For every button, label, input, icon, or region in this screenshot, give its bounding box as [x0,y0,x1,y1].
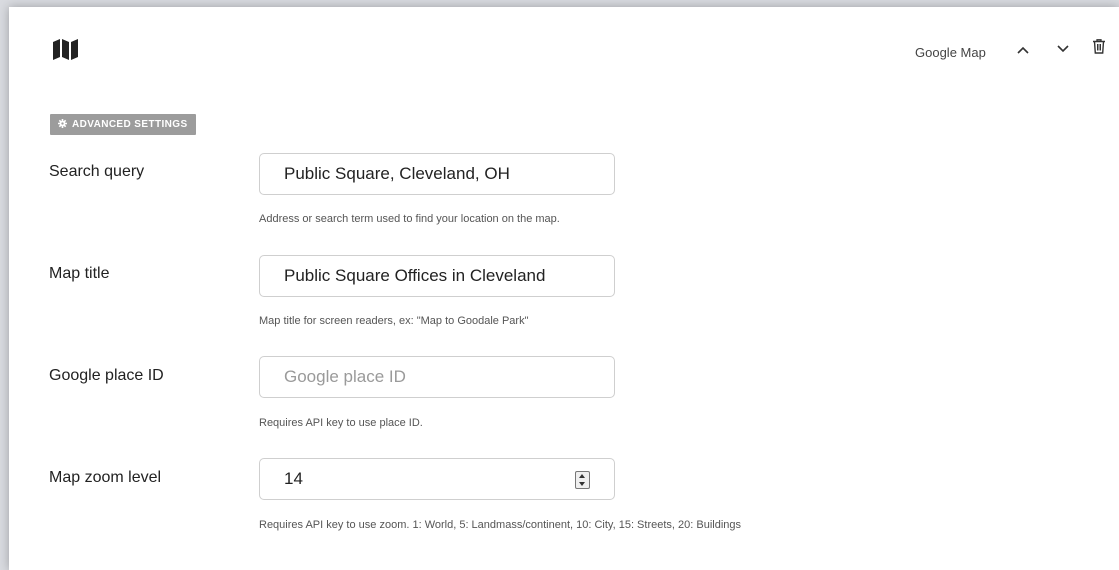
advanced-settings-button[interactable]: ADVANCED SETTINGS [50,114,196,135]
map-title-field [259,255,615,297]
place-id-field [259,356,615,398]
map-title-label: Map title [49,265,110,282]
stepper-up-icon[interactable] [579,474,585,478]
zoom-level-input[interactable] [260,459,614,499]
google-map-block-panel: Google Map ADVANCED SETTINGS Search quer… [9,7,1119,570]
search-query-input[interactable] [260,154,614,194]
place-id-label: Google place ID [49,367,164,384]
place-id-help: Requires API key to use place ID. [259,417,423,429]
map-title-help: Map title for screen readers, ex: "Map t… [259,315,529,327]
zoom-stepper[interactable] [575,471,590,489]
chevron-down-icon[interactable] [1055,40,1071,56]
zoom-level-help: Requires API key to use zoom. 1: World, … [259,519,742,531]
search-query-field [259,153,615,195]
search-query-label: Search query [49,163,145,180]
map-icon [53,39,78,60]
chevron-up-icon[interactable] [1015,42,1031,58]
place-id-input[interactable] [260,357,614,397]
advanced-settings-label: ADVANCED SETTINGS [72,119,188,130]
zoom-level-field [259,458,615,500]
map-title-input[interactable] [260,256,614,296]
block-type-label: Google Map [915,45,986,60]
gear-icon [58,118,67,131]
zoom-level-label: Map zoom level [49,469,162,486]
trash-icon[interactable] [1091,38,1107,54]
search-query-help: Address or search term used to find your… [259,213,560,225]
stepper-down-icon[interactable] [579,482,585,486]
